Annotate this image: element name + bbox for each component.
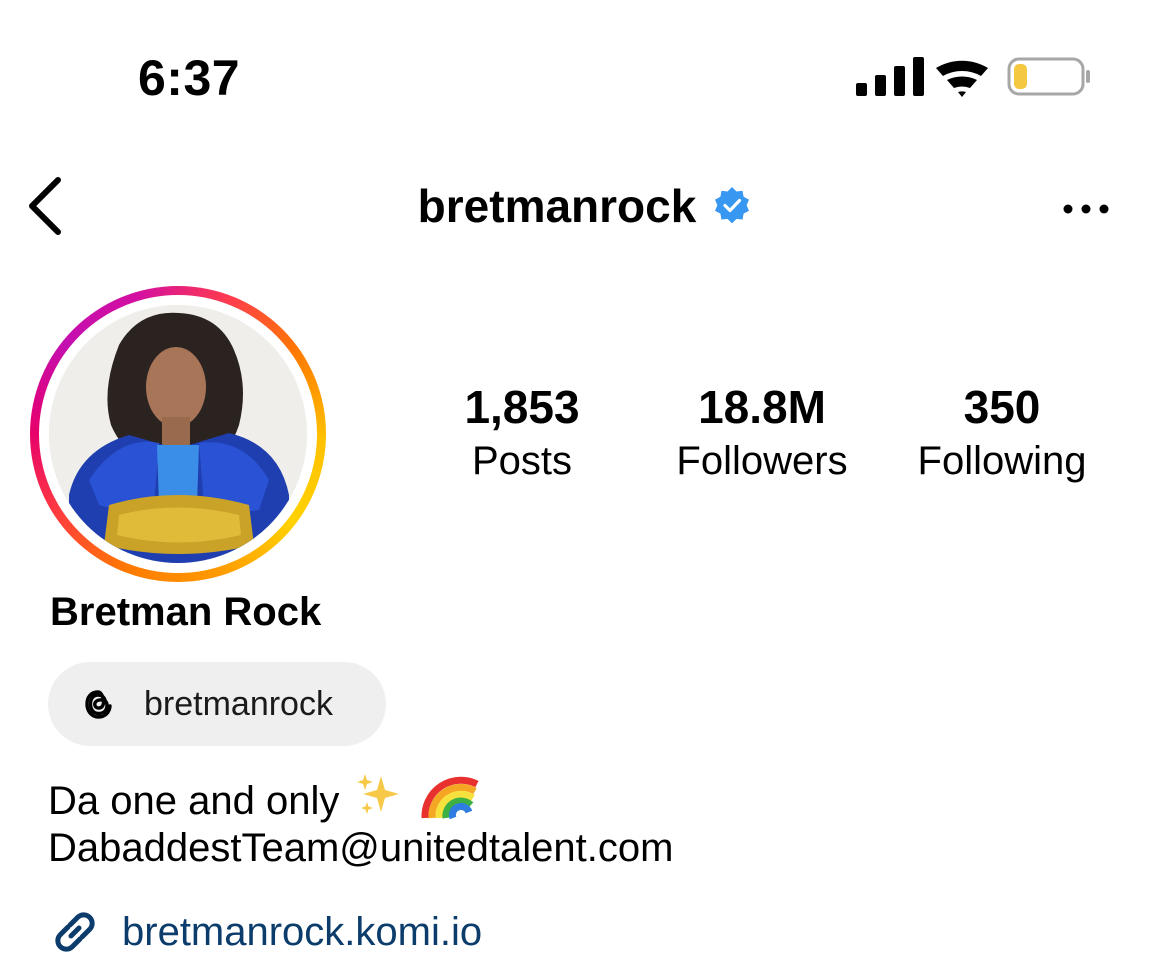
- stat-posts[interactable]: 1,853 Posts: [422, 380, 622, 488]
- stat-following-label: Following: [917, 439, 1087, 483]
- more-horizontal-icon: [1063, 204, 1109, 214]
- header-title: bretmanrock: [0, 176, 1170, 236]
- stat-posts-value: 1,853: [464, 381, 580, 433]
- stat-posts-label: Posts: [471, 439, 573, 483]
- bio-text-1: Da one and only: [48, 778, 340, 823]
- stat-followers-value: 18.8M: [698, 381, 826, 433]
- link-icon: [55, 912, 95, 952]
- stat-following[interactable]: 350 Following: [902, 380, 1102, 488]
- stat-followers-label: Followers: [676, 439, 848, 483]
- bio-email: DabaddestTeam@unitedtalent.com: [48, 826, 674, 870]
- story-ring[interactable]: [30, 286, 326, 582]
- threads-icon: [85, 690, 112, 719]
- profile-full-name: Bretman Rock: [50, 590, 322, 634]
- battery-icon: [1007, 57, 1090, 96]
- profile-link-text: bretmanrock.komi.io: [122, 910, 483, 954]
- more-options-button[interactable]: [1060, 196, 1112, 222]
- profile-avatar: [49, 305, 307, 563]
- cellular-signal-icon: [856, 57, 924, 96]
- profile-username: bretmanrock: [417, 180, 697, 232]
- threads-handle: bretmanrock: [144, 685, 333, 723]
- status-icons: [856, 55, 1096, 100]
- threads-badge-button[interactable]: bretmanrock: [48, 662, 386, 746]
- profile-link[interactable]: bretmanrock.komi.io: [48, 902, 482, 962]
- verified-badge-icon: [715, 187, 750, 224]
- wifi-icon: [936, 60, 988, 97]
- stat-following-value: 350: [963, 381, 1041, 433]
- status-time: 6:37: [138, 50, 241, 106]
- stat-followers[interactable]: 18.8M Followers: [662, 380, 862, 488]
